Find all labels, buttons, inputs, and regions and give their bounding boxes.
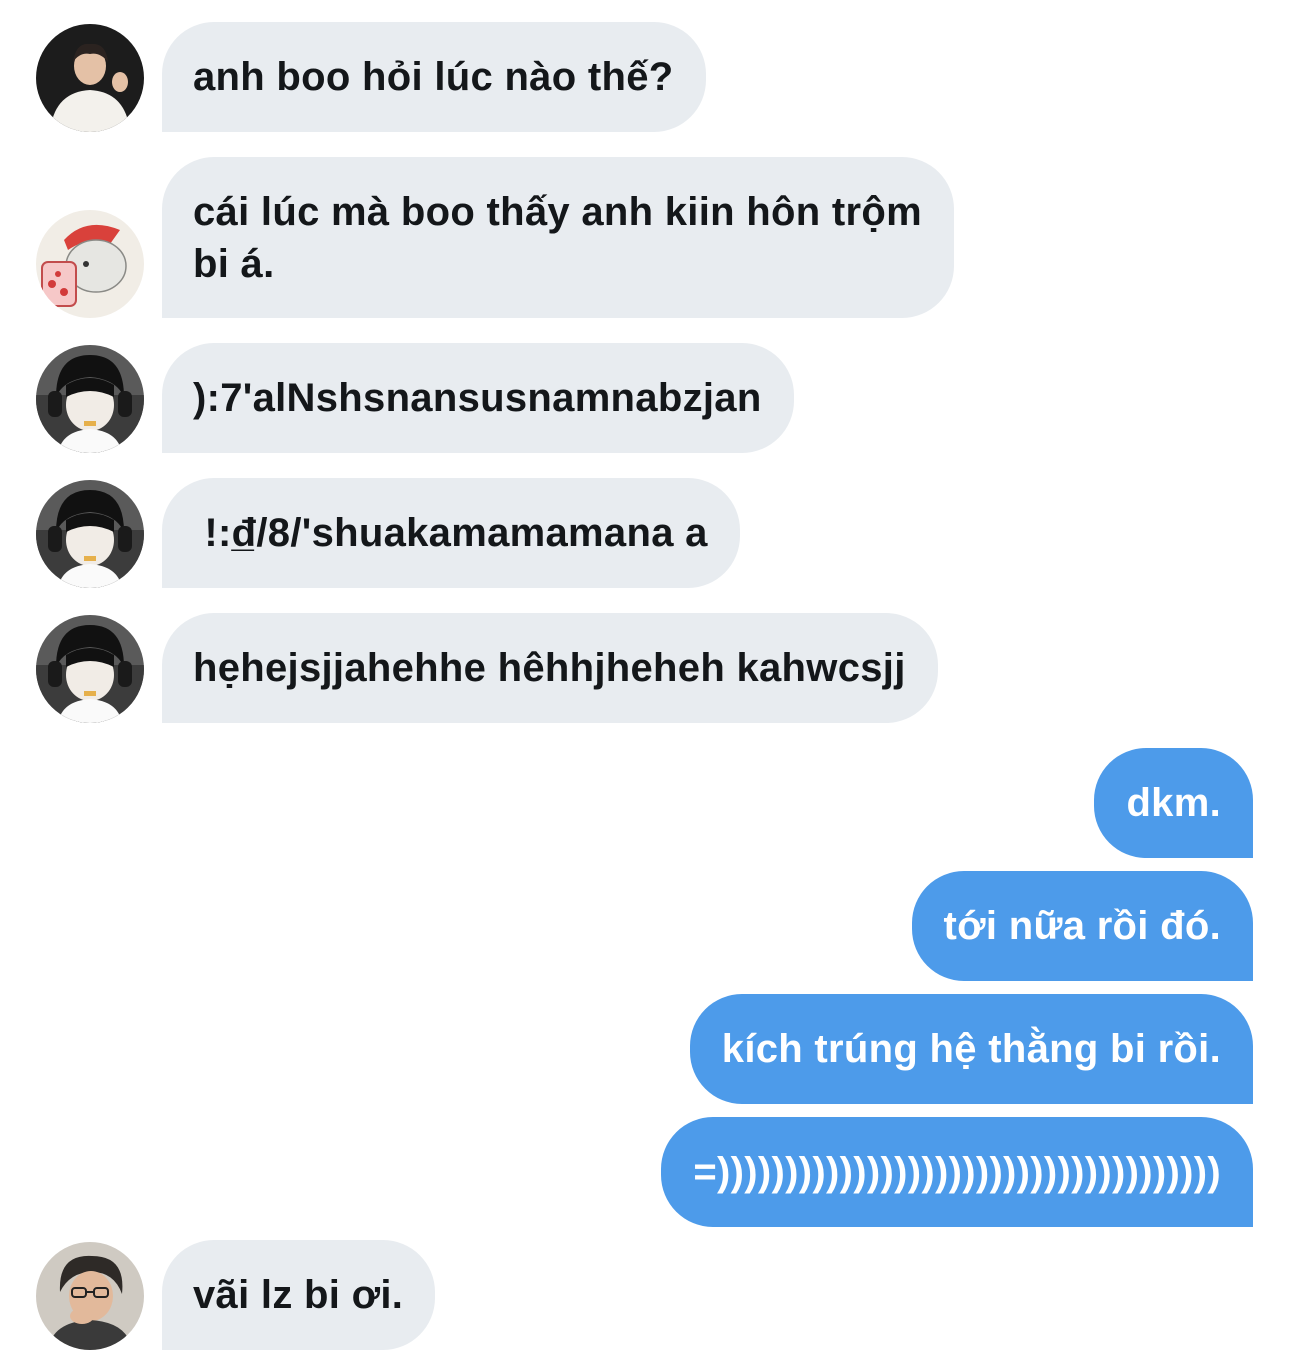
message-row-incoming: anh boo hỏi lúc nào thế? (0, 22, 1290, 132)
message-row-outgoing: tới nữa rồi đó. (0, 871, 1290, 981)
message-row-incoming: hẹhejsjjahehhe hêhhjheheh kahwcsjj (0, 613, 1290, 723)
avatar-young-man-white-shirt[interactable] (36, 24, 144, 132)
message-bubble-incoming[interactable]: !:đ̲/8/'shuakamamamana a (162, 478, 740, 588)
avatar-cartoon-bear-strawberry[interactable] (36, 210, 144, 318)
message-bubble-incoming[interactable]: ):7'alNshsnansusnamnabzjan (162, 343, 794, 453)
avatar-boy-headphones[interactable] (36, 345, 144, 453)
message-bubble-incoming[interactable]: vãi lz bi ơi. (162, 1240, 436, 1350)
message-bubble-incoming[interactable]: hẹhejsjjahehhe hêhhjheheh kahwcsjj (162, 613, 938, 723)
message-row-incoming: ):7'alNshsnansusnamnabzjan (0, 343, 1290, 453)
message-bubble-incoming[interactable]: cái lúc mà boo thấy anh kiin hôn trộm bi… (162, 157, 954, 318)
message-row-outgoing: =))))))))))))))))))))))))))))))))))))) (0, 1117, 1290, 1227)
message-bubble-incoming[interactable]: anh boo hỏi lúc nào thế? (162, 22, 706, 132)
message-row-outgoing: dkm. (0, 748, 1290, 858)
message-bubble-outgoing[interactable]: kích trúng hệ thằng bi rồi. (689, 994, 1253, 1104)
message-bubble-outgoing[interactable]: dkm. (1094, 748, 1253, 858)
message-row-outgoing: kích trúng hệ thằng bi rồi. (0, 994, 1290, 1104)
avatar-man-glasses[interactable] (36, 1242, 144, 1350)
message-row-incoming: vãi lz bi ơi. (0, 1240, 1290, 1350)
avatar-boy-headphones[interactable] (36, 480, 144, 588)
message-row-incoming: cái lúc mà boo thấy anh kiin hôn trộm bi… (0, 157, 1290, 318)
message-bubble-outgoing[interactable]: tới nữa rồi đó. (911, 871, 1253, 981)
message-bubble-outgoing[interactable]: =))))))))))))))))))))))))))))))))))))) (661, 1117, 1253, 1227)
message-row-incoming: !:đ̲/8/'shuakamamamana a (0, 478, 1290, 588)
avatar-boy-headphones[interactable] (36, 615, 144, 723)
